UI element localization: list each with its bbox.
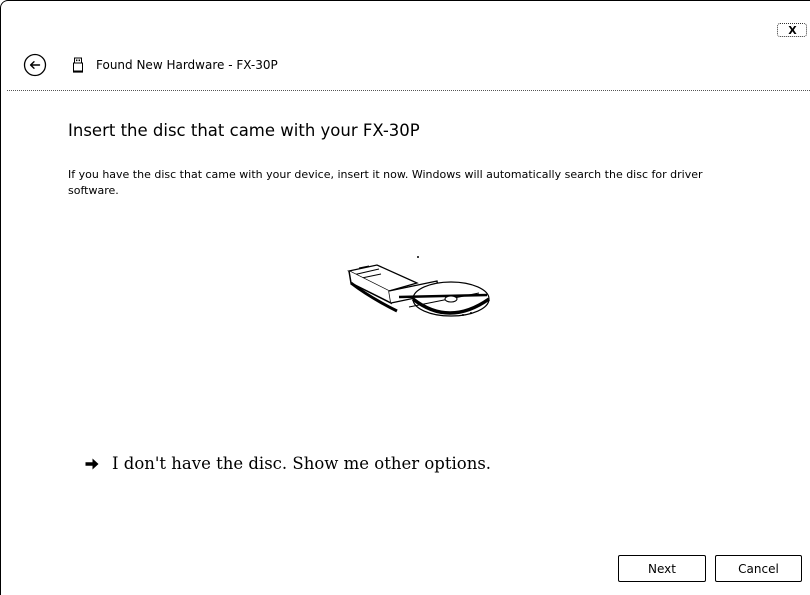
no-disc-option-label: I don't have the disc. Show me other opt… [112, 454, 492, 473]
disc-drive-icon [339, 253, 499, 325]
instruction-text: If you have the disc that came with your… [68, 168, 703, 197]
close-icon: X [788, 23, 797, 37]
window-title: Found New Hardware - FX-30P [96, 58, 278, 72]
found-new-hardware-dialog: X Found New Hardware - FX-30P Insert the… [0, 0, 810, 595]
no-disc-option-link[interactable]: I don't have the disc. Show me other opt… [84, 451, 491, 477]
next-button[interactable]: Next [618, 555, 706, 582]
green-arrow-icon [85, 458, 99, 470]
back-arrow-icon [23, 53, 47, 77]
usb-device-icon [71, 57, 85, 73]
page-heading: Insert the disc that came with your FX-3… [68, 121, 420, 140]
back-button[interactable] [23, 53, 47, 77]
close-button[interactable]: X [777, 23, 807, 37]
cancel-button[interactable]: Cancel [715, 555, 802, 582]
title-divider [7, 90, 810, 91]
